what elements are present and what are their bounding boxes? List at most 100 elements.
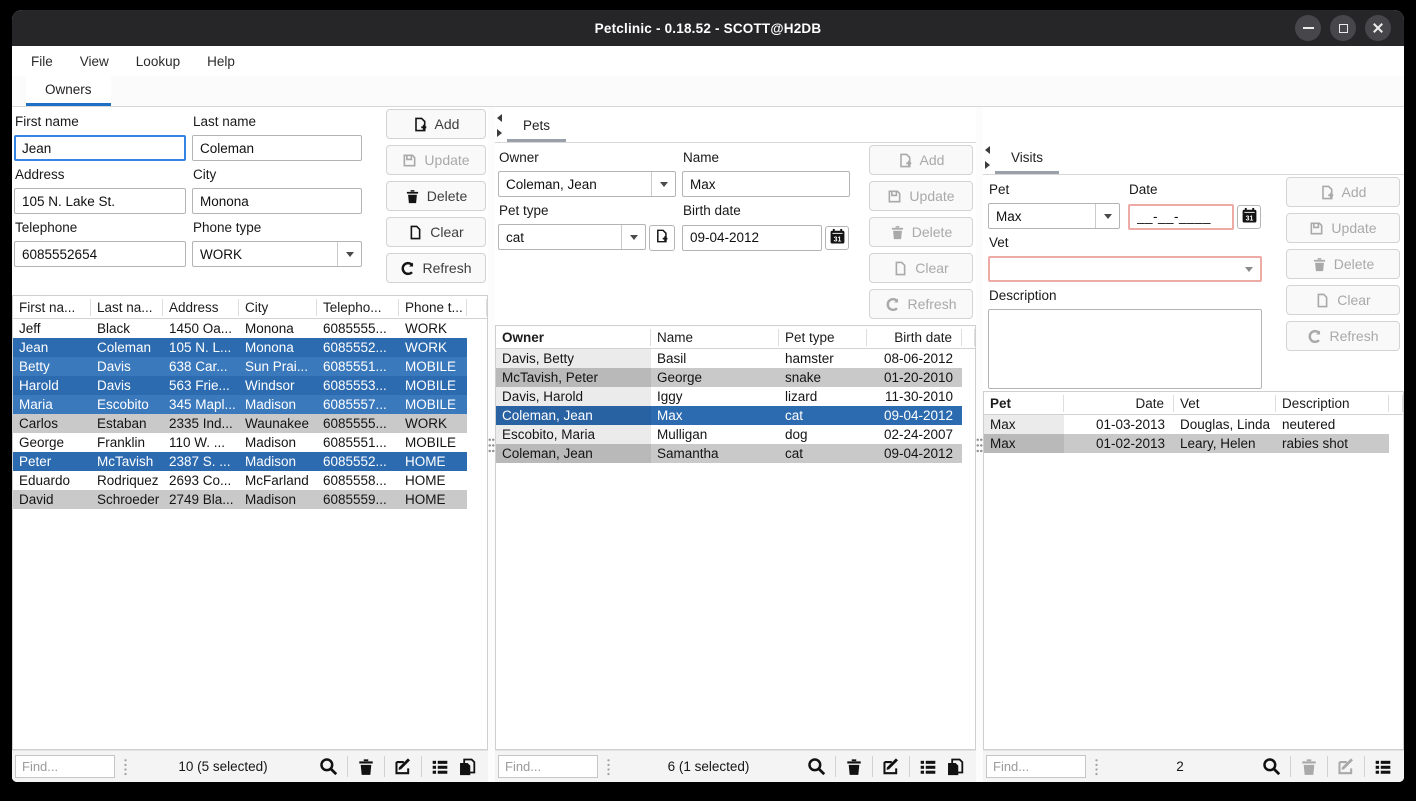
add-pet-type-button[interactable] — [649, 225, 675, 251]
list-icon[interactable] — [919, 758, 937, 776]
table-row-selected[interactable]: PeterMcTavish2387 S. ...Madison6085552..… — [13, 452, 467, 471]
delete-button[interactable]: Delete — [386, 181, 486, 211]
tab-pets[interactable]: Pets — [507, 112, 566, 142]
search-icon[interactable] — [1262, 757, 1281, 776]
table-row-selected[interactable]: HaroldDavis563 Frie...Windsor6085553...M… — [13, 376, 467, 395]
owners-table-header: First na... Last na... Address City Tele… — [13, 296, 487, 319]
table-row-selected[interactable]: MariaEscobito345 Mapl...Madison6085557..… — [13, 395, 467, 414]
first-name-field[interactable] — [14, 135, 186, 161]
vet-combo[interactable] — [988, 256, 1262, 282]
tab-visits[interactable]: Visits — [995, 144, 1059, 174]
column-header[interactable]: City — [239, 299, 317, 316]
table-row-selected[interactable]: JeanColeman105 N. L...Monona6085552...WO… — [13, 338, 467, 357]
clear-button[interactable]: Clear — [869, 253, 973, 283]
search-icon[interactable] — [807, 757, 826, 776]
update-button[interactable]: Update — [869, 181, 973, 211]
update-button[interactable]: Update — [1286, 213, 1400, 243]
column-header[interactable]: Last na... — [91, 299, 163, 316]
table-row-selected[interactable]: Coleman, JeanMaxcat09-04-2012 — [496, 406, 962, 425]
column-header[interactable]: Phone t... — [399, 299, 467, 316]
last-name-field[interactable] — [192, 135, 362, 161]
address-field[interactable] — [14, 188, 186, 214]
column-header-sorted[interactable]: Pet — [984, 395, 1064, 412]
list-icon[interactable] — [431, 758, 449, 776]
column-header[interactable]: Birth date — [867, 329, 962, 346]
column-header[interactable]: Name — [651, 329, 779, 346]
menu-file[interactable]: File — [31, 54, 53, 69]
find-input[interactable] — [986, 755, 1086, 778]
table-row-selected[interactable]: BettyDavis638 Car...Sun Prai...6085551..… — [13, 357, 467, 376]
menu-help[interactable]: Help — [207, 54, 235, 69]
delete-button[interactable]: Delete — [869, 217, 973, 247]
tab-scroll-arrows[interactable] — [983, 146, 994, 169]
add-button[interactable]: Add — [386, 109, 486, 139]
minimize-button[interactable] — [1295, 15, 1321, 41]
column-header[interactable]: Pet type — [779, 329, 867, 346]
owner-combo[interactable]: Coleman, Jean — [498, 171, 676, 197]
table-row[interactable]: Max01-03-2013Douglas, Lindaneutered — [984, 415, 1389, 434]
delete-icon[interactable] — [1300, 758, 1318, 776]
pet-type-combo[interactable]: cat — [498, 224, 646, 250]
column-header[interactable]: Telepho... — [317, 299, 399, 316]
column-header[interactable]: Vet — [1174, 395, 1276, 412]
table-row[interactable]: Davis, BettyBasilhamster08-06-2012 — [496, 349, 962, 368]
maximize-button[interactable] — [1330, 15, 1356, 41]
description-field[interactable] — [988, 309, 1262, 389]
refresh-button[interactable]: Refresh — [386, 253, 486, 283]
menu-lookup[interactable]: Lookup — [136, 54, 180, 69]
add-button[interactable]: Add — [1286, 177, 1400, 207]
birth-date-field[interactable] — [682, 225, 822, 251]
birth-date-picker-button[interactable]: 31 — [825, 226, 849, 250]
update-button[interactable]: Update — [386, 145, 486, 175]
column-header-filler — [467, 299, 487, 316]
add-button[interactable]: Add — [869, 145, 973, 175]
table-row[interactable]: Davis, HaroldIggylizard11-30-2010 — [496, 387, 962, 406]
menu-view[interactable]: View — [80, 54, 109, 69]
clear-button[interactable]: Clear — [1286, 285, 1400, 315]
list-icon[interactable] — [1374, 758, 1392, 776]
column-header-sorted[interactable]: Owner — [496, 329, 651, 346]
column-header[interactable]: Description — [1276, 395, 1389, 412]
toolbar-grip[interactable] — [1095, 758, 1098, 776]
visit-date-field[interactable] — [1128, 204, 1234, 230]
edit-icon[interactable] — [1337, 758, 1355, 776]
toolbar-grip[interactable] — [124, 758, 127, 776]
refresh-button[interactable]: Refresh — [869, 289, 973, 319]
panel-splitter[interactable] — [976, 107, 983, 782]
table-row[interactable]: DavidSchroeder2749 Bla...Madison6085559.… — [13, 490, 467, 509]
table-row[interactable]: JeffBlack1450 Oa...Monona6085555...WORK — [13, 319, 467, 338]
column-header[interactable]: First na... — [13, 299, 91, 316]
table-row[interactable]: Escobito, MariaMulligandog02-24-2007 — [496, 425, 962, 444]
copy-icon[interactable] — [458, 758, 476, 776]
edit-icon[interactable] — [394, 758, 412, 776]
close-button[interactable] — [1365, 15, 1391, 41]
toolbar-grip[interactable] — [607, 758, 610, 776]
find-input[interactable] — [498, 755, 598, 778]
telephone-field[interactable] — [14, 241, 186, 267]
tab-owners[interactable]: Owners — [26, 76, 111, 106]
clear-button[interactable]: Clear — [386, 217, 486, 247]
panel-splitter[interactable] — [488, 107, 495, 782]
phone-type-combo[interactable]: WORK — [192, 241, 362, 267]
table-row[interactable]: Max01-02-2013Leary, Helenrabies shot — [984, 434, 1389, 453]
pet-name-field[interactable] — [682, 171, 850, 197]
delete-icon[interactable] — [357, 758, 375, 776]
city-field[interactable] — [192, 188, 362, 214]
tab-scroll-arrows[interactable] — [495, 114, 506, 137]
delete-button[interactable]: Delete — [1286, 249, 1400, 279]
pet-combo[interactable]: Max — [988, 203, 1120, 229]
refresh-button[interactable]: Refresh — [1286, 321, 1400, 351]
visit-date-picker-button[interactable]: 31 — [1237, 205, 1261, 229]
edit-icon[interactable] — [882, 758, 900, 776]
find-input[interactable] — [15, 755, 115, 778]
delete-icon[interactable] — [845, 758, 863, 776]
table-row[interactable]: EduardoRodriquez2693 Co...McFarland60855… — [13, 471, 467, 490]
table-row[interactable]: CarlosEstaban2335 Ind...Waunakee6085555.… — [13, 414, 467, 433]
table-row[interactable]: GeorgeFranklin110 W. ...Madison6085551..… — [13, 433, 467, 452]
copy-icon[interactable] — [946, 758, 964, 776]
table-row[interactable]: Coleman, JeanSamanthacat09-04-2012 — [496, 444, 962, 463]
column-header[interactable]: Address — [163, 299, 239, 316]
table-row[interactable]: McTavish, PeterGeorgesnake01-20-2010 — [496, 368, 962, 387]
search-icon[interactable] — [319, 757, 338, 776]
column-header[interactable]: Date — [1064, 395, 1174, 412]
